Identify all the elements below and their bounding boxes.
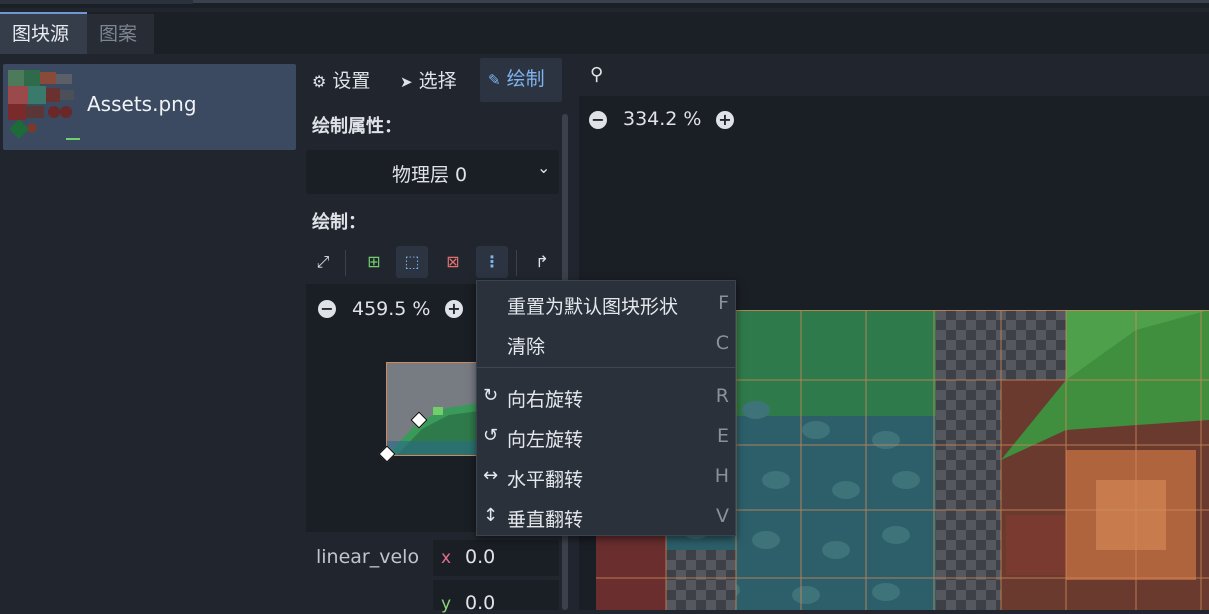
mode-settings-label: 设置 bbox=[332, 70, 371, 92]
menu-separator bbox=[477, 367, 735, 368]
editor-zoom-level[interactable]: 459.5 % bbox=[352, 298, 431, 320]
move-point-icon[interactable]: ⬚ bbox=[396, 246, 428, 278]
toolbar-divider bbox=[345, 250, 346, 276]
chevron-down-icon: ⌄ bbox=[537, 158, 551, 177]
mode-paint-button[interactable]: ✎ 绘制 bbox=[480, 58, 562, 102]
paint-property-value: 物理层 0 bbox=[392, 164, 468, 186]
menu-item-label: 重置为默认图块形状 bbox=[507, 296, 679, 318]
flip-vertical-icon: ↕ bbox=[483, 505, 499, 526]
velocity-x-field[interactable] bbox=[433, 540, 559, 576]
toolbar-divider bbox=[516, 250, 517, 276]
tab-tile-sources[interactable]: 图块源 bbox=[0, 12, 87, 56]
menu-item-label: 向左旋转 bbox=[507, 429, 584, 451]
context-menu: 重置为默认图块形状 F 清除 C ↻ 向右旋转 R ↺ 向左旋转 E ↔ 水平翻… bbox=[476, 280, 736, 536]
add-point-icon[interactable]: ⊞ bbox=[358, 246, 390, 278]
menu-item-rotate-right[interactable]: ↻ 向右旋转 R bbox=[477, 376, 735, 416]
menu-item-shortcut: E bbox=[716, 425, 729, 447]
flip-horizontal-icon: ↔ bbox=[483, 465, 499, 486]
rotate-left-icon: ↺ bbox=[483, 425, 499, 446]
zoom-in-icon[interactable]: + bbox=[716, 111, 734, 129]
menu-item-label: 向右旋转 bbox=[507, 389, 584, 411]
atlas-thumbnail bbox=[6, 68, 82, 144]
brush-icon: ✎ bbox=[488, 71, 501, 89]
source-name: Assets.png bbox=[87, 92, 197, 116]
menu-item-flip-vertical[interactable]: ↕ 垂直翻转 V bbox=[477, 496, 735, 536]
property-name: linear_velo bbox=[316, 546, 420, 568]
cursor-icon: ➤ bbox=[400, 73, 413, 91]
canvas-zoom-level[interactable]: 334.2 % bbox=[623, 108, 702, 130]
expand-editor-icon[interactable]: ⤢ bbox=[307, 246, 339, 278]
mode-select-button[interactable]: ➤ 选择 bbox=[400, 60, 457, 102]
menu-item-label: 垂直翻转 bbox=[507, 509, 584, 531]
velocity-x-value[interactable]: 0.0 bbox=[465, 546, 495, 568]
menu-item-reset-shape[interactable]: 重置为默认图块形状 F bbox=[477, 283, 735, 323]
velocity-y-field[interactable] bbox=[433, 580, 559, 610]
menu-item-flip-horizontal[interactable]: ↔ 水平翻转 H bbox=[477, 456, 735, 496]
menu-item-shortcut: H bbox=[714, 465, 729, 487]
menu-item-shortcut: V bbox=[716, 505, 729, 527]
velocity-y-value[interactable]: 0.0 bbox=[465, 592, 495, 614]
top-strip-accent bbox=[193, 0, 1209, 3]
paint-properties-label: 绘制属性： bbox=[312, 116, 402, 137]
more-options-icon[interactable]: ⋮ bbox=[476, 246, 508, 278]
tab-patterns[interactable]: 图案 bbox=[87, 14, 154, 54]
top-strip-tab bbox=[0, 0, 193, 4]
mode-select-label: 选择 bbox=[418, 70, 457, 92]
mode-settings-button[interactable]: ⚙ 设置 bbox=[312, 60, 370, 102]
menu-item-rotate-left[interactable]: ↺ 向左旋转 E bbox=[477, 416, 735, 456]
y-axis-label: y bbox=[441, 594, 452, 614]
tile-preview bbox=[386, 362, 480, 456]
eyedropper-icon[interactable]: ⚲ bbox=[590, 64, 603, 85]
tab-bar: 图块源 图案 bbox=[0, 12, 1209, 56]
paint-label: 绘制： bbox=[312, 212, 366, 233]
menu-item-label: 清除 bbox=[507, 336, 546, 358]
menu-item-label: 水平翻转 bbox=[507, 469, 584, 491]
menu-item-shortcut: R bbox=[715, 385, 729, 407]
menu-item-shortcut: F bbox=[718, 292, 729, 314]
zoom-in-icon[interactable]: + bbox=[445, 300, 463, 318]
remove-point-icon[interactable]: ⊠ bbox=[437, 246, 469, 278]
snap-icon[interactable]: ↱ bbox=[526, 246, 558, 278]
menu-item-shortcut: C bbox=[715, 332, 729, 354]
rotate-right-icon: ↻ bbox=[483, 385, 499, 406]
x-axis-label: x bbox=[441, 548, 452, 568]
mode-paint-label: 绘制 bbox=[506, 68, 545, 90]
zoom-out-icon[interactable]: − bbox=[589, 111, 607, 129]
top-strip bbox=[0, 0, 1209, 8]
atlas-toolbar bbox=[579, 54, 1209, 98]
tools-icon: ⚙ bbox=[312, 72, 327, 91]
zoom-out-icon[interactable]: − bbox=[318, 300, 336, 318]
menu-item-clear[interactable]: 清除 C bbox=[477, 323, 735, 363]
